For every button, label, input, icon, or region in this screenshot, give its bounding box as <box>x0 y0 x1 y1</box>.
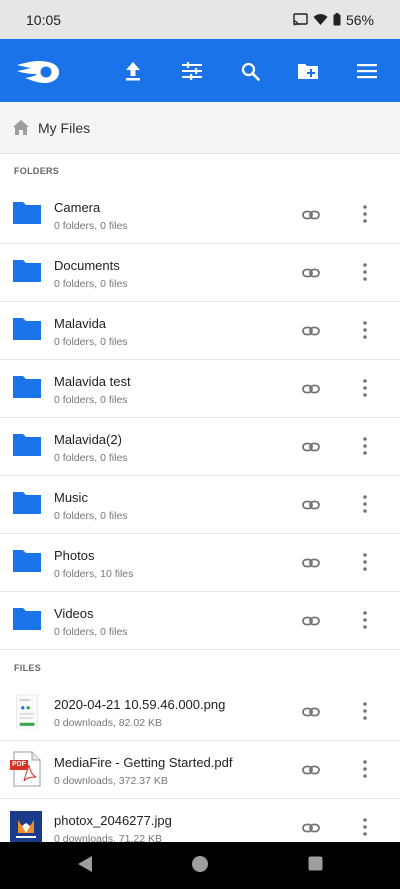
link-icon[interactable] <box>302 761 320 779</box>
upload-icon <box>126 62 140 81</box>
folder-row[interactable]: Photos 0 folders, 10 files <box>0 534 400 592</box>
more-options-icon[interactable] <box>357 204 373 224</box>
folder-meta: 0 folders, 0 files <box>54 452 128 464</box>
home-nav-icon[interactable] <box>191 855 209 873</box>
link-icon[interactable] <box>302 819 320 837</box>
wifi-icon <box>313 14 328 25</box>
back-icon[interactable] <box>77 855 93 873</box>
folder-row[interactable]: Music 0 folders, 0 files <box>0 476 400 534</box>
file-name: MediaFire - Getting Started.pdf <box>54 755 233 770</box>
system-nav-bar <box>0 842 400 889</box>
cast-icon <box>293 13 308 26</box>
status-time: 10:05 <box>26 11 62 28</box>
file-meta: 0 downloads, 82.02 KB <box>54 717 162 729</box>
folder-meta: 0 folders, 0 files <box>54 278 128 290</box>
recents-icon[interactable] <box>308 856 323 871</box>
pdf-badge: PDF <box>10 760 28 770</box>
new-folder-icon <box>298 64 318 79</box>
folder-meta: 0 folders, 0 files <box>54 220 128 232</box>
link-icon[interactable] <box>302 264 320 282</box>
folder-name: Malavida(2) <box>54 432 122 447</box>
link-icon[interactable] <box>302 438 320 456</box>
link-icon[interactable] <box>302 206 320 224</box>
link-icon[interactable] <box>302 554 320 572</box>
files-section-header: FILES <box>14 663 42 673</box>
battery-icon <box>333 13 341 26</box>
more-options-icon[interactable] <box>357 436 373 456</box>
new-folder-button[interactable] <box>295 58 321 84</box>
folders-section-header: FOLDERS <box>14 166 60 176</box>
folder-row[interactable]: Videos 0 folders, 0 files <box>0 592 400 650</box>
folder-row[interactable]: Malavida(2) 0 folders, 0 files <box>0 418 400 476</box>
folder-name: Malavida <box>54 316 107 331</box>
link-icon[interactable] <box>302 703 320 721</box>
link-icon[interactable] <box>302 612 320 630</box>
folder-meta: 0 folders, 0 files <box>54 394 128 406</box>
folder-meta: 0 folders, 0 files <box>54 510 128 522</box>
more-options-icon[interactable] <box>357 817 373 837</box>
status-icons: 56% <box>293 12 374 28</box>
folder-icon <box>13 434 41 456</box>
folder-name: Photos <box>54 548 95 563</box>
breadcrumb: My Files <box>0 102 400 154</box>
folder-name: Documents <box>54 258 120 273</box>
more-options-icon[interactable] <box>357 320 373 340</box>
folder-icon <box>13 260 41 282</box>
more-options-icon[interactable] <box>357 701 373 721</box>
pdf-icon: PDF <box>10 751 42 787</box>
filter-button[interactable] <box>179 58 205 84</box>
folder-name: Music <box>54 490 88 505</box>
upload-button[interactable] <box>120 58 146 84</box>
folder-row[interactable]: Camera 0 folders, 0 files <box>0 186 400 244</box>
folder-name: Malavida test <box>54 374 131 389</box>
folder-icon <box>13 376 41 398</box>
folder-icon <box>13 550 41 572</box>
battery-percent: 56% <box>345 11 374 28</box>
link-icon[interactable] <box>302 496 320 514</box>
more-options-icon[interactable] <box>357 262 373 282</box>
breadcrumb-title[interactable]: My Files <box>38 120 90 136</box>
folder-meta: 0 folders, 10 files <box>54 568 134 580</box>
file-name: photox_2046277.jpg <box>54 813 172 828</box>
folder-icon <box>13 492 41 514</box>
folder-name: Camera <box>54 200 101 215</box>
folder-row[interactable]: Malavida test 0 folders, 0 files <box>0 360 400 418</box>
more-options-icon[interactable] <box>357 552 373 572</box>
home-icon[interactable] <box>12 119 30 137</box>
photox-thumbnail-icon <box>10 811 42 843</box>
file-meta: 0 downloads, 372.37 KB <box>54 775 168 787</box>
link-icon[interactable] <box>302 380 320 398</box>
sliders-icon <box>182 62 202 80</box>
search-button[interactable] <box>237 58 263 84</box>
search-icon <box>241 62 260 81</box>
folder-icon <box>13 318 41 340</box>
more-options-icon[interactable] <box>357 378 373 398</box>
more-options-icon[interactable] <box>357 494 373 514</box>
folder-icon <box>13 608 41 630</box>
more-options-icon[interactable] <box>357 759 373 779</box>
folder-row[interactable]: Documents 0 folders, 0 files <box>0 244 400 302</box>
folder-name: Videos <box>54 606 94 621</box>
file-name: 2020-04-21 10.59.46.000.png <box>54 697 226 712</box>
menu-icon <box>357 64 377 79</box>
image-thumbnail-icon <box>16 694 39 729</box>
file-row[interactable]: PDF MediaFire - Getting Started.pdf 0 do… <box>0 741 400 799</box>
folder-meta: 0 folders, 0 files <box>54 336 128 348</box>
status-bar: 10:05 56% <box>0 0 400 39</box>
more-options-icon[interactable] <box>357 610 373 630</box>
folder-row[interactable]: Malavida 0 folders, 0 files <box>0 302 400 360</box>
menu-button[interactable] <box>354 58 380 84</box>
mediafire-logo-icon[interactable] <box>15 56 61 86</box>
folder-icon <box>13 202 41 224</box>
link-icon[interactable] <box>302 322 320 340</box>
file-row[interactable]: 2020-04-21 10.59.46.000.png 0 downloads,… <box>0 683 400 741</box>
folder-meta: 0 folders, 0 files <box>54 626 128 638</box>
app-bar <box>0 39 400 102</box>
